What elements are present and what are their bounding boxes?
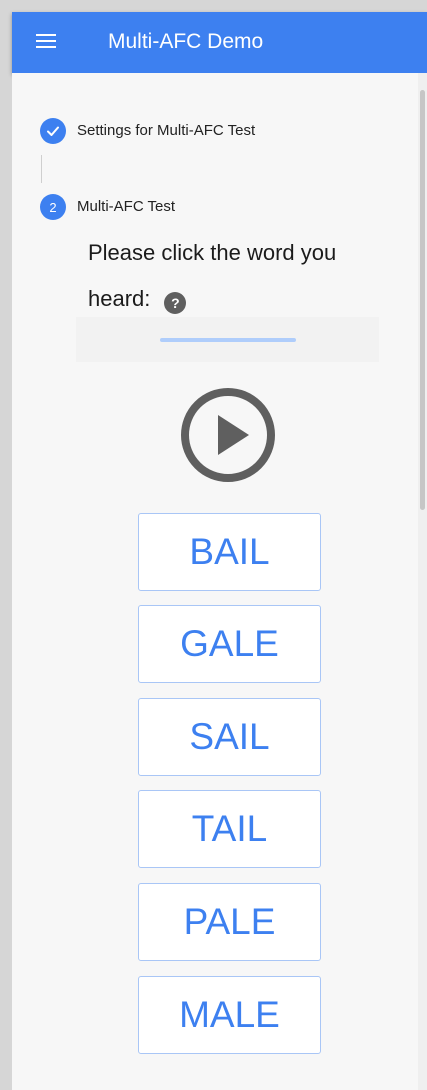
choice-button-bail[interactable]: BAIL — [138, 513, 321, 591]
choice-button-sail[interactable]: SAIL — [138, 698, 321, 776]
app-bar: Multi-AFC Demo — [12, 12, 427, 73]
step-1-check-icon[interactable] — [40, 118, 66, 144]
check-icon — [47, 126, 59, 136]
step-connector — [41, 155, 42, 183]
help-icon[interactable]: ? — [164, 292, 187, 314]
loading-indicator — [160, 338, 296, 342]
play-icon[interactable] — [178, 385, 278, 485]
scrollbar-thumb[interactable] — [420, 90, 425, 510]
question-prompt: Please click the word you heard:? — [88, 230, 378, 322]
choice-button-gale[interactable]: GALE — [138, 605, 321, 683]
choice-button-pale[interactable]: PALE — [138, 883, 321, 961]
choice-button-tail[interactable]: TAIL — [138, 790, 321, 868]
step-2-number: 2 — [40, 194, 66, 220]
app-title: Multi-AFC Demo — [108, 30, 264, 53]
prompt-text: Please click the word you heard: — [88, 240, 337, 311]
menu-icon[interactable] — [36, 32, 72, 56]
step-2-label: Multi-AFC Test — [77, 198, 176, 215]
choice-button-male[interactable]: MALE — [138, 976, 321, 1054]
step-1-label[interactable]: Settings for Multi-AFC Test — [77, 122, 255, 139]
